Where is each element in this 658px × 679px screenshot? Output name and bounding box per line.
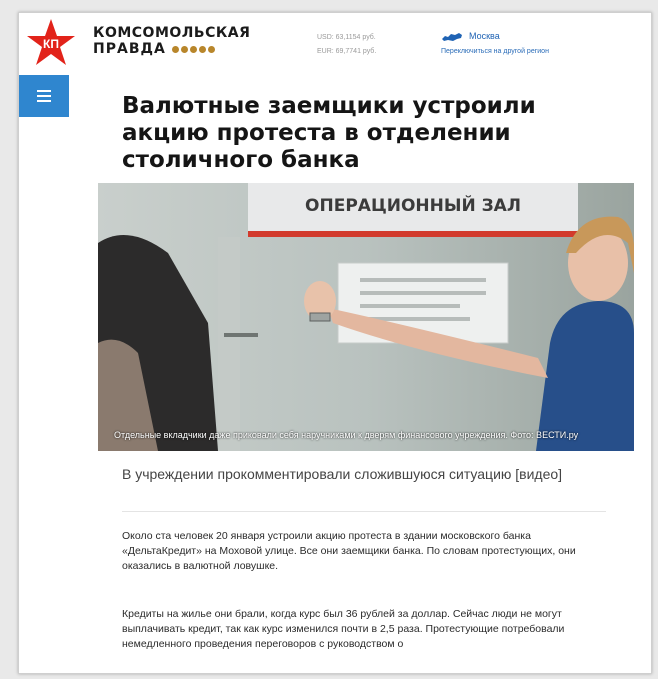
article-paragraph-1: Около ста человек 20 января устроили акц…	[122, 530, 576, 572]
currency-rates: USD: 63,1154 руб. EUR: 69,7741 руб.	[317, 31, 376, 59]
logo-text: КП	[43, 37, 59, 51]
article-photo[interactable]: ОПЕРАЦИОННЫЙ ЗАЛ Отдельные вкладчики даж…	[98, 183, 634, 451]
protest-photo-illustration: ОПЕРАЦИОННЫЙ ЗАЛ	[98, 183, 634, 451]
article: Валютные заемщики устроили акцию протест…	[98, 87, 634, 650]
usd-rate: USD: 63,1154 руб.	[317, 34, 376, 41]
article-title: Валютные заемщики устроили акцию протест…	[122, 93, 536, 173]
article-paragraph-2: Кредиты на жилье они брали, когда курс б…	[122, 608, 565, 650]
russia-map-icon	[442, 32, 462, 41]
brand-line-1: КОМСОМОЛЬСКАЯ	[93, 25, 251, 41]
photo-caption-text: Отдельные вкладчики даже приковали себя …	[114, 430, 579, 440]
article-subtitle: В учреждении прокомментировали сложившую…	[122, 466, 563, 482]
medals-icon	[171, 45, 215, 53]
screenshot-frame: КП КОМСОМОЛЬСКАЯ ПРАВДА USD: 63,1154 руб…	[18, 12, 652, 674]
change-region-link[interactable]: Переключиться на другой регион	[441, 44, 549, 59]
divider	[122, 511, 606, 512]
site-header: КП КОМСОМОЛЬСКАЯ ПРАВДА USD: 63,1154 руб…	[19, 13, 651, 75]
kp-logo[interactable]: КП	[25, 17, 77, 69]
region-city[interactable]: Москва	[469, 29, 500, 44]
star-logo-icon: КП	[27, 19, 75, 65]
eur-rate: EUR: 69,7741 руб.	[317, 48, 377, 55]
sign-text: ОПЕРАЦИОННЫЙ ЗАЛ	[305, 194, 521, 216]
brand-line-2: ПРАВДА	[93, 41, 166, 57]
menu-button[interactable]	[19, 75, 69, 117]
brand-name[interactable]: КОМСОМОЛЬСКАЯ ПРАВДА	[93, 25, 250, 57]
region-selector: Москва Переключиться на другой регион	[441, 29, 549, 59]
hamburger-icon	[37, 90, 51, 92]
